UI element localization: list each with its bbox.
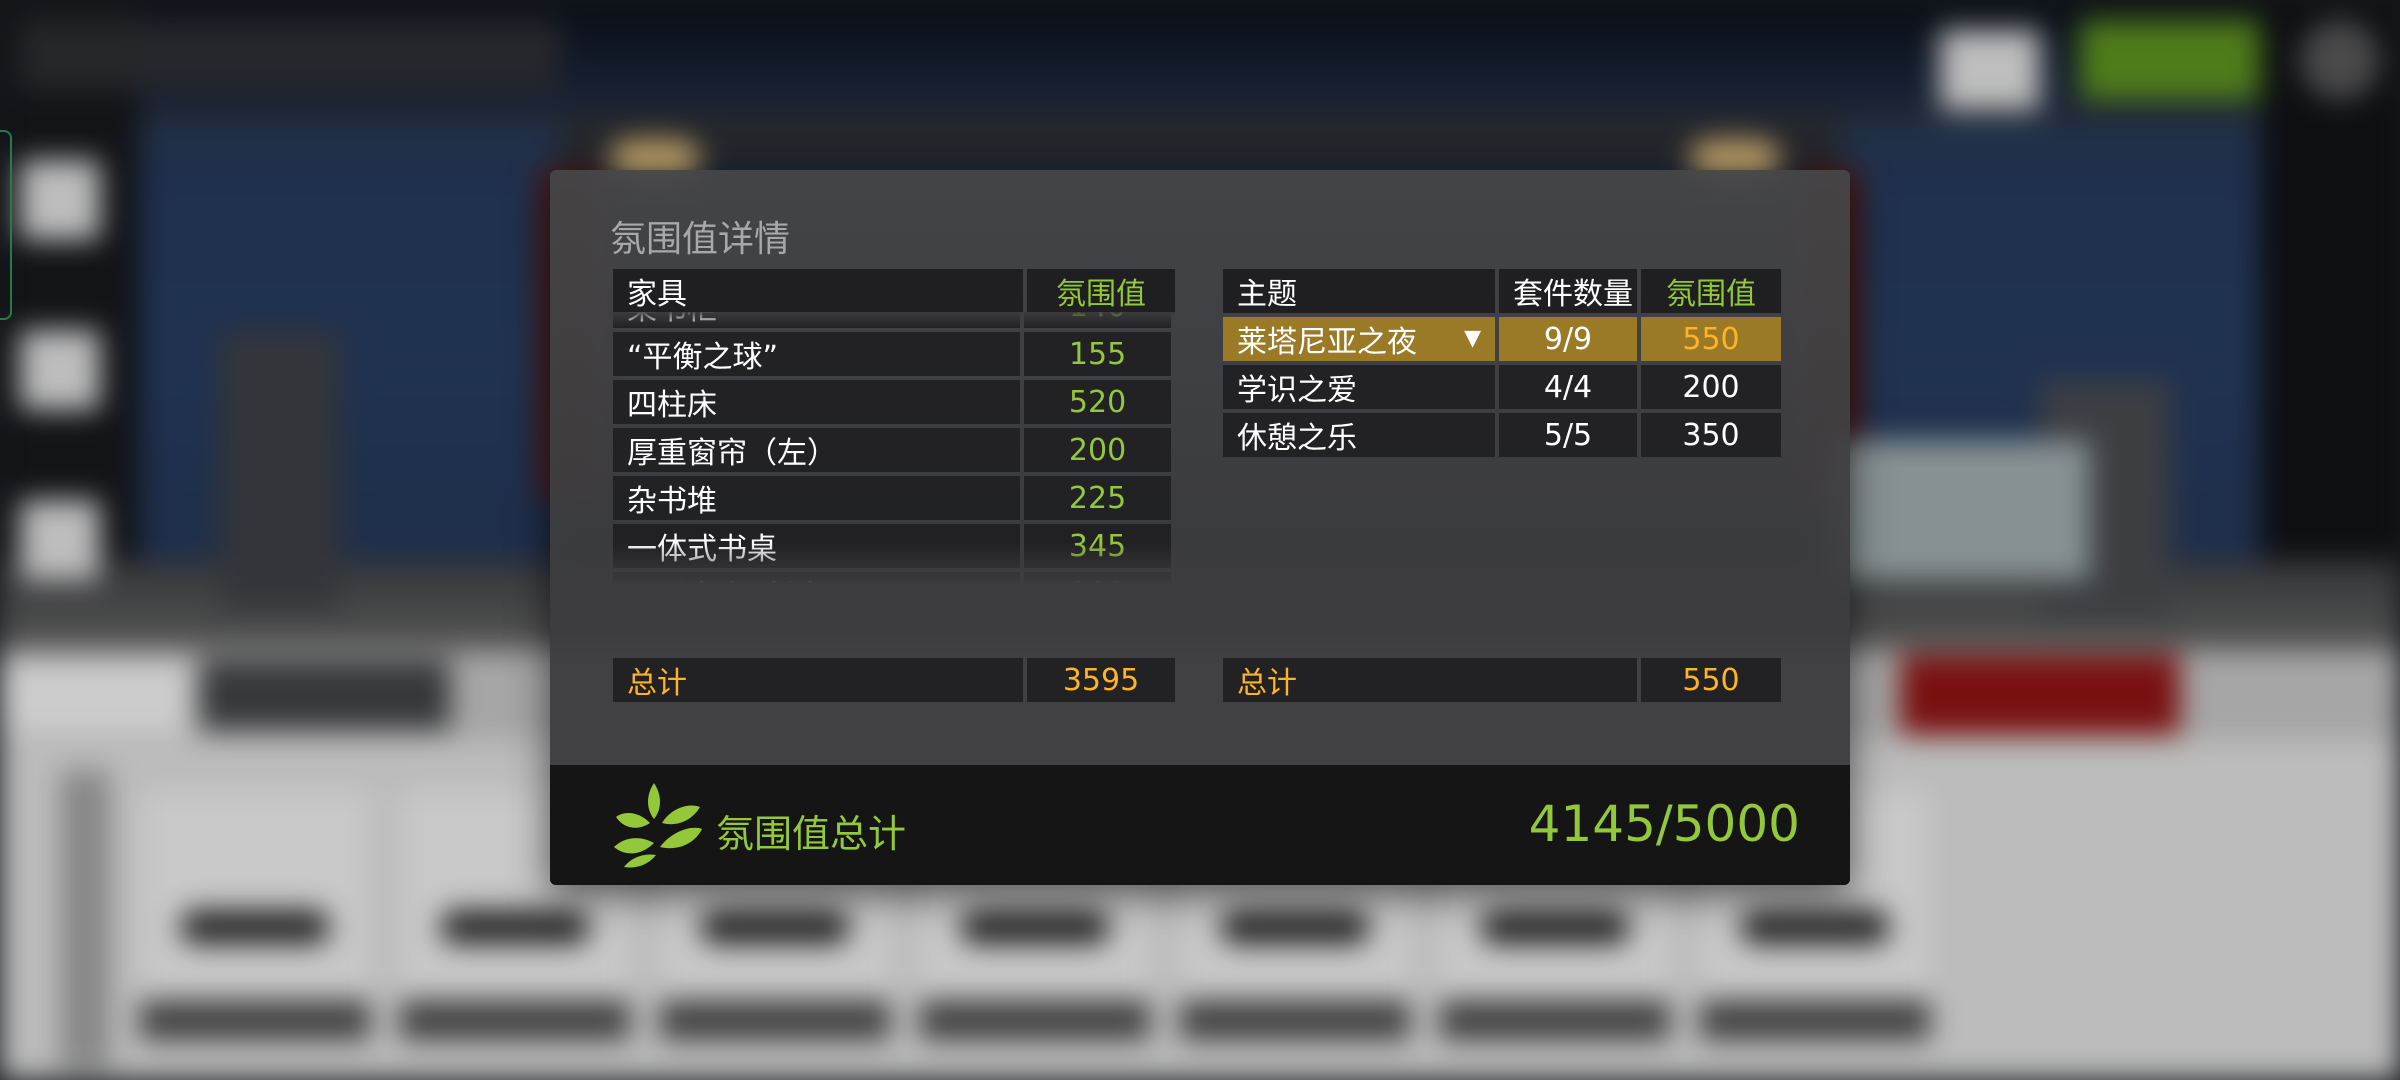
ambience-summary-bar: 氛围值总计 4145/5000 (550, 765, 1850, 885)
table-row: 一体式书桌 345 (613, 524, 1171, 568)
furniture-name: 杂书堆 (613, 476, 1021, 520)
theme-row-selected[interactable]: 莱塔尼亚之夜 ▼ 9/9 550 (1223, 317, 1781, 361)
furniture-name: 厚重窗帘（右） (613, 572, 1021, 582)
theme-set-count: 4/4 (1499, 365, 1637, 409)
furniture-value: 200 (1024, 428, 1171, 472)
table-row: 四柱床 520 (613, 380, 1171, 424)
furniture-list-scroll[interactable]: 某书柜140 “平衡之球”155 四柱床520 厚重窗帘（左）200 杂书堆22… (609, 312, 1175, 582)
theme-name: 学识之爱 (1223, 365, 1495, 409)
theme-name: 莱塔尼亚之夜 (1237, 325, 1417, 360)
furniture-total-row: 总计 3595 (609, 654, 1179, 706)
table-row: 厚重窗帘（右）200 (613, 572, 1171, 582)
furniture-value: 345 (1024, 524, 1171, 568)
theme-value: 200 (1641, 365, 1781, 409)
ambience-total-value: 4145/5000 (1528, 795, 1800, 853)
furniture-name: 厚重窗帘（左） (613, 428, 1021, 472)
furniture-table-header: 家具 氛围值 (609, 265, 1179, 317)
theme-total-label: 总计 (1223, 658, 1637, 702)
theme-row[interactable]: 学识之爱 4/4 200 (1223, 365, 1781, 409)
theme-total-row: 总计 550 (1219, 654, 1785, 706)
furniture-total-label: 总计 (613, 658, 1023, 702)
furniture-value: 225 (1024, 476, 1171, 520)
modal-title: 氛围值详情 (610, 219, 791, 260)
ambience-details-modal: 氛围值详情 家具 氛围值 某书柜140 “平衡之球”155 四柱床520 厚重窗… (550, 170, 1850, 885)
furniture-value: 520 (1024, 380, 1171, 424)
table-row: 厚重窗帘（左） 200 (613, 428, 1171, 472)
table-row: “平衡之球” 155 (613, 332, 1171, 376)
table-row: 某书柜140 (613, 312, 1171, 328)
theme-set-count: 9/9 (1499, 317, 1637, 361)
furniture-value: 140 (1024, 312, 1171, 328)
theme-column-header: 主题 (1223, 269, 1495, 313)
theme-name: 休憩之乐 (1223, 413, 1495, 457)
theme-set-count: 5/5 (1499, 413, 1637, 457)
theme-row[interactable]: 休憩之乐 5/5 350 (1223, 413, 1781, 457)
theme-table: 主题 套件数量 氛围值 莱塔尼亚之夜 ▼ 9/9 550 学识之爱 4/4 200… (1219, 265, 1785, 461)
furniture-name: 四柱床 (613, 380, 1021, 424)
furniture-name: 某书柜 (613, 312, 1021, 328)
furniture-value: 155 (1024, 332, 1171, 376)
theme-name-cell[interactable]: 莱塔尼亚之夜 ▼ (1223, 317, 1495, 361)
furniture-total-value: 3595 (1027, 658, 1175, 702)
theme-value: 550 (1641, 317, 1781, 361)
theme-total-value: 550 (1641, 658, 1781, 702)
furniture-name: 一体式书桌 (613, 524, 1021, 568)
theme-value: 350 (1641, 413, 1781, 457)
ambience-total-label: 氛围值总计 (716, 812, 907, 856)
theme-value-column-header: 氛围值 (1641, 269, 1781, 313)
dropdown-arrow-icon[interactable]: ▼ (1464, 317, 1481, 361)
furniture-value: 200 (1024, 572, 1171, 582)
table-row: 杂书堆 225 (613, 476, 1171, 520)
furniture-value-column-header: 氛围值 (1027, 269, 1175, 313)
set-count-column-header: 套件数量 (1499, 269, 1637, 313)
furniture-column-header: 家具 (613, 269, 1023, 313)
furniture-name: “平衡之球” (613, 332, 1021, 376)
leaf-icon (614, 783, 702, 868)
